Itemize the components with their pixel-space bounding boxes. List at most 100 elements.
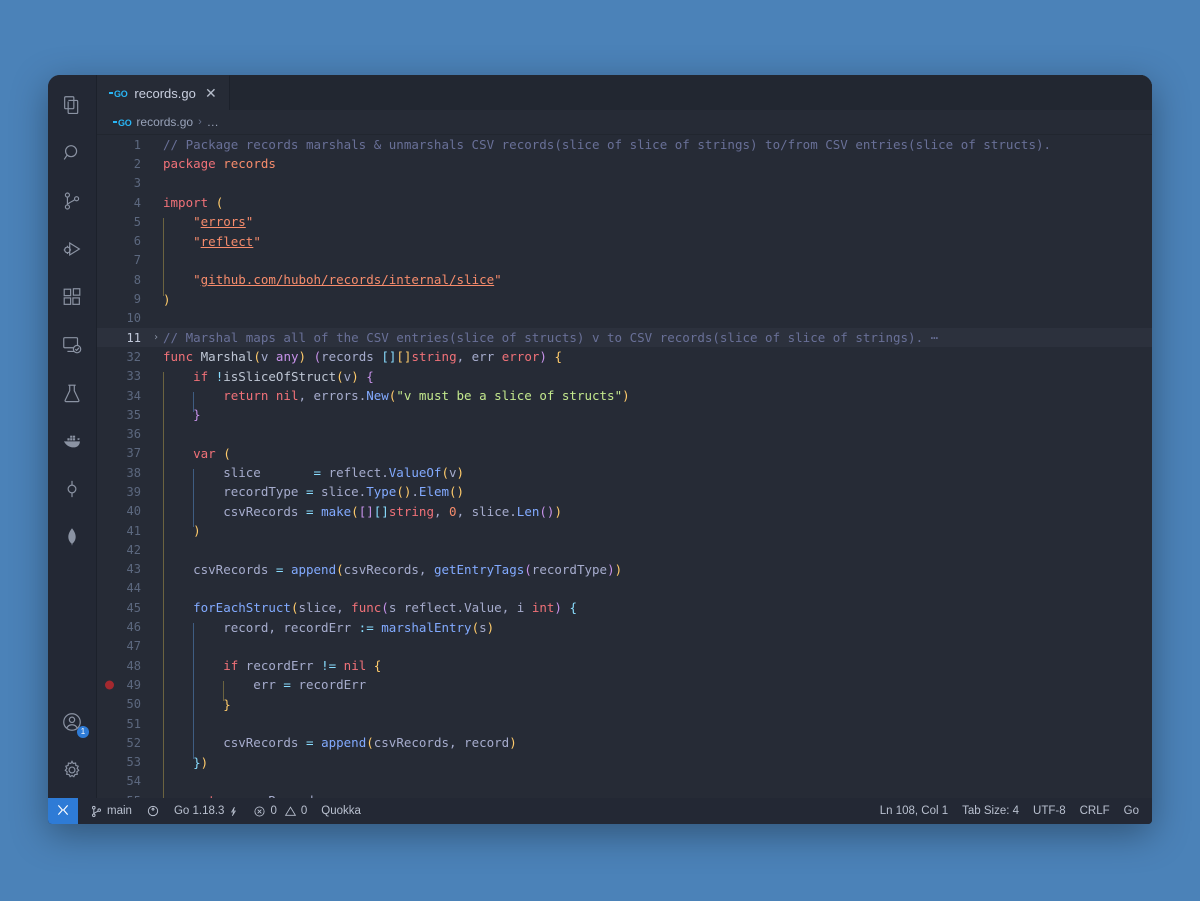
code-line[interactable]: 34 return nil, errors.New("v must be a s…	[97, 386, 1152, 412]
sidebar-item-manage[interactable]	[48, 746, 96, 794]
kubernetes-icon	[61, 478, 83, 500]
code-line[interactable]: 39 recordType = slice.Type().Elem()	[97, 482, 1152, 508]
code-line[interactable]: 44	[97, 579, 1152, 605]
code-line[interactable]: 43 csvRecords = append(csvRecords, getEn…	[97, 560, 1152, 586]
line-number: 8	[133, 272, 141, 287]
code-line[interactable]: 38 slice = reflect.ValueOf(v)	[97, 463, 1152, 489]
line-number: 41	[126, 523, 141, 538]
code-token: =	[313, 465, 322, 481]
status-sync[interactable]	[139, 798, 167, 824]
code-line[interactable]: 41 )	[97, 521, 1152, 547]
code-line[interactable]: 52 csvRecords = append(csvRecords, recor…	[97, 733, 1152, 759]
status-indentation[interactable]: Tab Size: 4	[955, 798, 1026, 824]
sidebar-item-testing[interactable]	[48, 369, 96, 417]
code-line[interactable]: 11 ›// Marshal maps all of the CSV entrie…	[97, 327, 1152, 348]
code-line[interactable]: 45 forEachStruct(slice, func(s reflect.V…	[97, 598, 1152, 624]
code-line[interactable]: 36	[97, 424, 1152, 451]
status-cursor-position[interactable]: Ln 108, Col 1	[873, 798, 955, 824]
sidebar-item-accounts[interactable]: 1	[48, 698, 96, 746]
breadcrumb-file[interactable]: records.go	[136, 115, 193, 129]
code-line[interactable]: 51	[97, 714, 1152, 740]
code-line[interactable]: 42	[97, 540, 1152, 566]
status-problems[interactable]: 0 0	[246, 798, 314, 824]
code-line[interactable]: 33 if !isSliceOfStruct(v) {	[97, 367, 1152, 393]
code-token: records	[223, 156, 276, 172]
code-token: .	[411, 484, 419, 500]
line-number: 4	[133, 195, 141, 210]
status-branch[interactable]: main	[83, 798, 139, 824]
code-token: (	[471, 619, 480, 635]
sidebar-item-explorer[interactable]	[48, 81, 96, 129]
sidebar-item-search[interactable]	[48, 129, 96, 177]
sidebar-item-extensions[interactable]	[48, 273, 96, 321]
line-number: 9	[133, 292, 141, 307]
breakpoint-icon[interactable]	[105, 680, 114, 690]
status-language-mode[interactable]: Go	[1117, 798, 1146, 824]
status-encoding[interactable]: UTF-8	[1026, 798, 1073, 824]
status-quokka[interactable]: Quokka	[314, 798, 368, 824]
code-line[interactable]: 6 "reflect"	[97, 231, 1152, 258]
code-token: append	[290, 561, 337, 577]
line-number: 2	[133, 156, 141, 171]
status-indentation-label: Tab Size: 4	[962, 805, 1020, 817]
sidebar-item-remote-explorer[interactable]	[48, 321, 96, 369]
breadcrumb-symbol[interactable]: …	[207, 115, 220, 129]
remote-window-indicator[interactable]	[48, 798, 78, 824]
sidebar-item-mongodb[interactable]	[48, 513, 96, 561]
line-number: 45	[126, 600, 141, 615]
mongodb-leaf-icon	[61, 526, 83, 548]
code-line[interactable]: 55 return csvRecords, err	[97, 791, 1152, 798]
code-line[interactable]: 48 if recordErr != nil {	[97, 656, 1152, 682]
run-and-debug-icon	[61, 238, 83, 260]
status-error-count: 0	[270, 805, 277, 817]
code-token: =	[306, 484, 314, 500]
line-number: 46	[126, 620, 141, 635]
sidebar-item-source-control[interactable]	[48, 177, 96, 225]
code-token: nil	[275, 388, 299, 403]
code-line[interactable]: 54	[97, 772, 1152, 798]
tab-records-go[interactable]: GO records.go ✕	[97, 75, 230, 110]
code-line[interactable]: 1 // Package records marshals & unmarshal…	[97, 135, 1152, 154]
line-number: 43	[126, 562, 141, 577]
code-line[interactable]: 4 import (	[97, 193, 1152, 212]
code-line[interactable]: 35 }	[97, 405, 1152, 431]
code-line[interactable]: 40 csvRecords = make([][]string, 0, slic…	[97, 502, 1152, 528]
code-token: csvRecords, record	[373, 735, 510, 751]
status-go-version[interactable]: Go 1.18.3	[167, 798, 247, 824]
fold-chevron-icon[interactable]: ›	[149, 332, 163, 343]
sidebar-item-docker[interactable]	[48, 417, 96, 465]
code-line[interactable]: 8 "github.com/huboh/records/internal/sli…	[97, 270, 1152, 296]
code-token: any	[275, 349, 299, 365]
editor-body[interactable]: 1 // Package records marshals & unmarshal…	[97, 134, 1152, 798]
code-line[interactable]: 53 })	[97, 753, 1152, 779]
code-line[interactable]: 50 }	[97, 695, 1152, 721]
code-token: )	[351, 368, 359, 384]
tab-bar-empty-space	[229, 75, 1152, 110]
code-line[interactable]: 10	[97, 309, 1152, 328]
code-line[interactable]: 49 err = recordErr	[97, 675, 1152, 701]
code-text: csvRecords = append(csvRecords, getEntry…	[163, 562, 1152, 577]
close-icon[interactable]: ✕	[203, 86, 219, 100]
code-line[interactable]: 2 package records	[97, 154, 1152, 173]
code-line[interactable]: 32 func Marshal(v any) (records [][]strin…	[97, 347, 1152, 366]
status-eol[interactable]: CRLF	[1073, 798, 1117, 824]
code-area[interactable]: 1 // Package records marshals & unmarshal…	[97, 135, 1152, 798]
line-number: 11	[126, 330, 141, 345]
sidebar-item-kubernetes[interactable]	[48, 465, 96, 513]
sidebar-item-run-debug[interactable]	[48, 225, 96, 273]
tab-bar: GO records.go ✕	[97, 75, 1152, 110]
code-line[interactable]: 7	[97, 251, 1152, 277]
code-text: record, recordErr := marshalEntry(s)	[163, 620, 1152, 635]
code-line[interactable]: 9)	[97, 289, 1152, 308]
code-line[interactable]: 47	[97, 637, 1152, 663]
code-line[interactable]: 46 record, recordErr := marshalEntry(s)	[97, 617, 1152, 644]
code-line[interactable]: 37 var (	[97, 444, 1152, 470]
code-line[interactable]: 5 "errors"	[97, 212, 1152, 238]
code-token: "v must be a slice of structs"	[396, 388, 623, 403]
status-language-mode-label: Go	[1123, 805, 1139, 817]
code-token: var	[193, 445, 216, 461]
code-line[interactable]: 3	[97, 174, 1152, 193]
